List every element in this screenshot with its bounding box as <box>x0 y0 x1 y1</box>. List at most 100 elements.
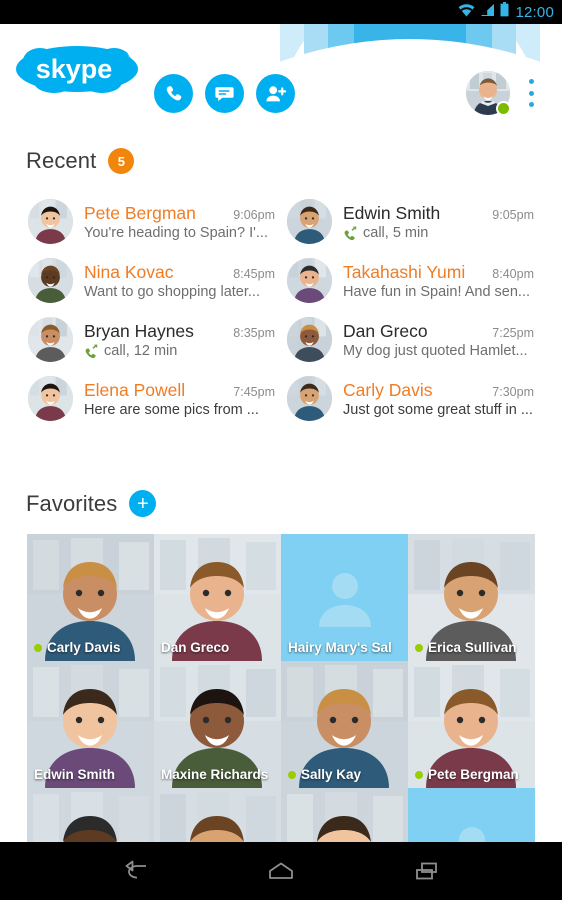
recent-item-body: Takahashi Yumi 8:40pm Have fun in Spain! A… <box>343 262 534 300</box>
overflow-menu-icon[interactable] <box>522 79 540 107</box>
recent-item[interactable]: Nina Kovac 8:45pm Want to go shopping late… <box>22 251 281 310</box>
recent-item[interactable]: Carly Davis 7:30pm Just got some great stu… <box>281 369 540 428</box>
add-contact-button[interactable] <box>256 74 295 113</box>
recent-item-top: Takahashi Yumi 8:40pm <box>343 262 534 283</box>
recent-item-body: Carly Davis 7:30pm Just got some great stu… <box>343 380 534 418</box>
recent-item-preview-row: call, 5 min <box>343 225 534 241</box>
favorites-section: Favorites + Carly Davis Dan Greco Hairy … <box>0 490 562 900</box>
recent-item-name: Elena Powell <box>84 379 186 400</box>
favorite-status-dot <box>415 643 423 652</box>
app-header: skype ™ <box>0 24 562 135</box>
recent-item-body: Pete Bergman 9:06pm You're heading to Spai… <box>84 203 275 241</box>
favorites-header: Favorites + <box>26 490 562 517</box>
add-favorite-button[interactable]: + <box>129 490 157 517</box>
recent-item-body: Dan Greco 7:25pm My dog just quoted Hamlet… <box>343 321 534 359</box>
favorite-tile[interactable]: Dan Greco <box>154 534 281 661</box>
favorite-name-text: Hairy Mary's Sal <box>288 640 392 655</box>
back-button[interactable] <box>112 854 158 888</box>
favorite-status-dot <box>415 770 423 779</box>
header-action-buttons <box>154 74 295 113</box>
user-avatar[interactable] <box>466 71 511 116</box>
recent-item-top: Elena Powell 7:45pm <box>84 380 275 401</box>
chat-button[interactable] <box>205 74 244 113</box>
menu-dot <box>528 102 534 107</box>
recent-item-preview-row: You're heading to Spain? I'... <box>84 225 275 241</box>
recent-title: Recent <box>26 148 97 173</box>
recent-item-name: Bryan Haynes <box>84 320 194 341</box>
recent-item-preview-row: Here are some pics from ... <box>84 402 275 418</box>
favorite-tile[interactable]: Edwin Smith <box>27 661 154 788</box>
recent-item-time: 7:30pm <box>492 384 534 399</box>
recent-item[interactable]: Elena Powell 7:45pm Here are some pics fro… <box>22 369 281 428</box>
recent-item-preview-row: Just got some great stuff in ... <box>343 402 534 418</box>
recent-header: Recent 5 <box>26 148 562 174</box>
recent-item-preview-row: call, 12 min <box>84 343 275 359</box>
recent-item[interactable]: Pete Bergman 9:06pm You're heading to Spai… <box>22 192 281 251</box>
recent-item-name: Pete Bergman <box>84 202 196 223</box>
call-icon <box>343 226 358 240</box>
favorite-name-text: Dan Greco <box>161 640 230 655</box>
signal-icon <box>480 3 495 22</box>
skype-logo: skype ™ <box>14 44 140 94</box>
skype-logo-text: skype <box>36 54 113 84</box>
favorite-status-dot <box>34 643 42 652</box>
recent-item-avatar <box>28 376 73 421</box>
menu-dot <box>528 79 534 84</box>
recent-item-time: 9:06pm <box>233 207 275 222</box>
favorite-tile-label: Carly Davis <box>27 640 154 655</box>
recent-item-time: 8:40pm <box>492 266 534 281</box>
recent-item-top: Bryan Haynes 8:35pm <box>84 321 275 342</box>
recent-unread-badge: 5 <box>108 148 135 174</box>
recent-item-avatar <box>28 199 73 244</box>
recent-item-time: 7:25pm <box>492 325 534 340</box>
favorite-tile[interactable]: Carly Davis <box>27 534 154 661</box>
recent-item-name: Edwin Smith <box>343 202 441 223</box>
favorite-tile[interactable]: Hairy Mary's Sal <box>281 534 408 661</box>
recent-item[interactable]: Edwin Smith 9:05pm call, 5 min <box>281 192 540 251</box>
recent-item-preview: My dog just quoted Hamlet... <box>343 342 528 359</box>
favorite-tile-label: Sally Kay <box>281 767 408 782</box>
recent-item-top: Dan Greco 7:25pm <box>343 321 534 342</box>
recent-item-body: Elena Powell 7:45pm Here are some pics fro… <box>84 380 275 418</box>
favorite-tile[interactable]: Maxine Richards <box>154 661 281 788</box>
recent-item[interactable]: Takahashi Yumi 8:40pm Have fun in Spain! A… <box>281 251 540 310</box>
recent-item-time: 9:05pm <box>492 207 534 222</box>
favorite-tile[interactable]: Pete Bergman <box>408 661 535 788</box>
recent-item-preview-row: Have fun in Spain! And sen... <box>343 284 534 300</box>
call-status-icon <box>85 344 98 358</box>
recent-item[interactable]: Dan Greco 7:25pm My dog just quoted Hamlet… <box>281 310 540 369</box>
recent-item-avatar <box>287 199 332 244</box>
status-icons <box>458 2 509 22</box>
recent-list: Pete Bergman 9:06pm You're heading to Spai… <box>0 192 562 428</box>
recent-item-body: Edwin Smith 9:05pm call, 5 min <box>343 203 534 241</box>
trademark-mark: ™ <box>127 53 135 62</box>
favorites-title: Favorites <box>26 490 118 516</box>
recent-item-preview: Have fun in Spain! And sen... <box>343 283 531 300</box>
favorite-tile-label: Hairy Mary's Sal <box>281 640 408 655</box>
recent-apps-button[interactable] <box>404 854 450 888</box>
recent-item-top: Pete Bergman 9:06pm <box>84 203 275 224</box>
favorite-name-text: Carly Davis <box>47 640 121 655</box>
battery-icon <box>500 2 509 22</box>
recent-item-preview-row: My dog just quoted Hamlet... <box>343 343 534 359</box>
recent-item-avatar <box>28 258 73 303</box>
recent-item-preview: call, 12 min <box>104 342 178 359</box>
recent-item-top: Carly Davis 7:30pm <box>343 380 534 401</box>
recent-section: Recent 5 Pete Bergman 9:06pm You're headin… <box>0 148 562 428</box>
call-button[interactable] <box>154 74 193 113</box>
favorite-tile[interactable]: Erica Sullivan <box>408 534 535 661</box>
recent-item-time: 8:35pm <box>233 325 275 340</box>
favorite-status-dot <box>288 770 296 779</box>
recent-item-name: Nina Kovac <box>84 261 174 282</box>
home-button[interactable] <box>258 854 304 888</box>
favorite-tile-label: Erica Sullivan <box>408 640 535 655</box>
call-status-icon <box>344 226 357 240</box>
android-status-bar: 12:00 <box>0 0 562 24</box>
recent-item-name: Dan Greco <box>343 320 428 341</box>
recent-item-top: Nina Kovac 8:45pm <box>84 262 275 283</box>
favorite-name-text: Maxine Richards <box>161 767 269 782</box>
recent-item[interactable]: Bryan Haynes 8:35pm call, 12 min <box>22 310 281 369</box>
favorite-tile[interactable]: Sally Kay <box>281 661 408 788</box>
decorative-arc <box>258 24 562 116</box>
recent-item-body: Nina Kovac 8:45pm Want to go shopping late… <box>84 262 275 300</box>
